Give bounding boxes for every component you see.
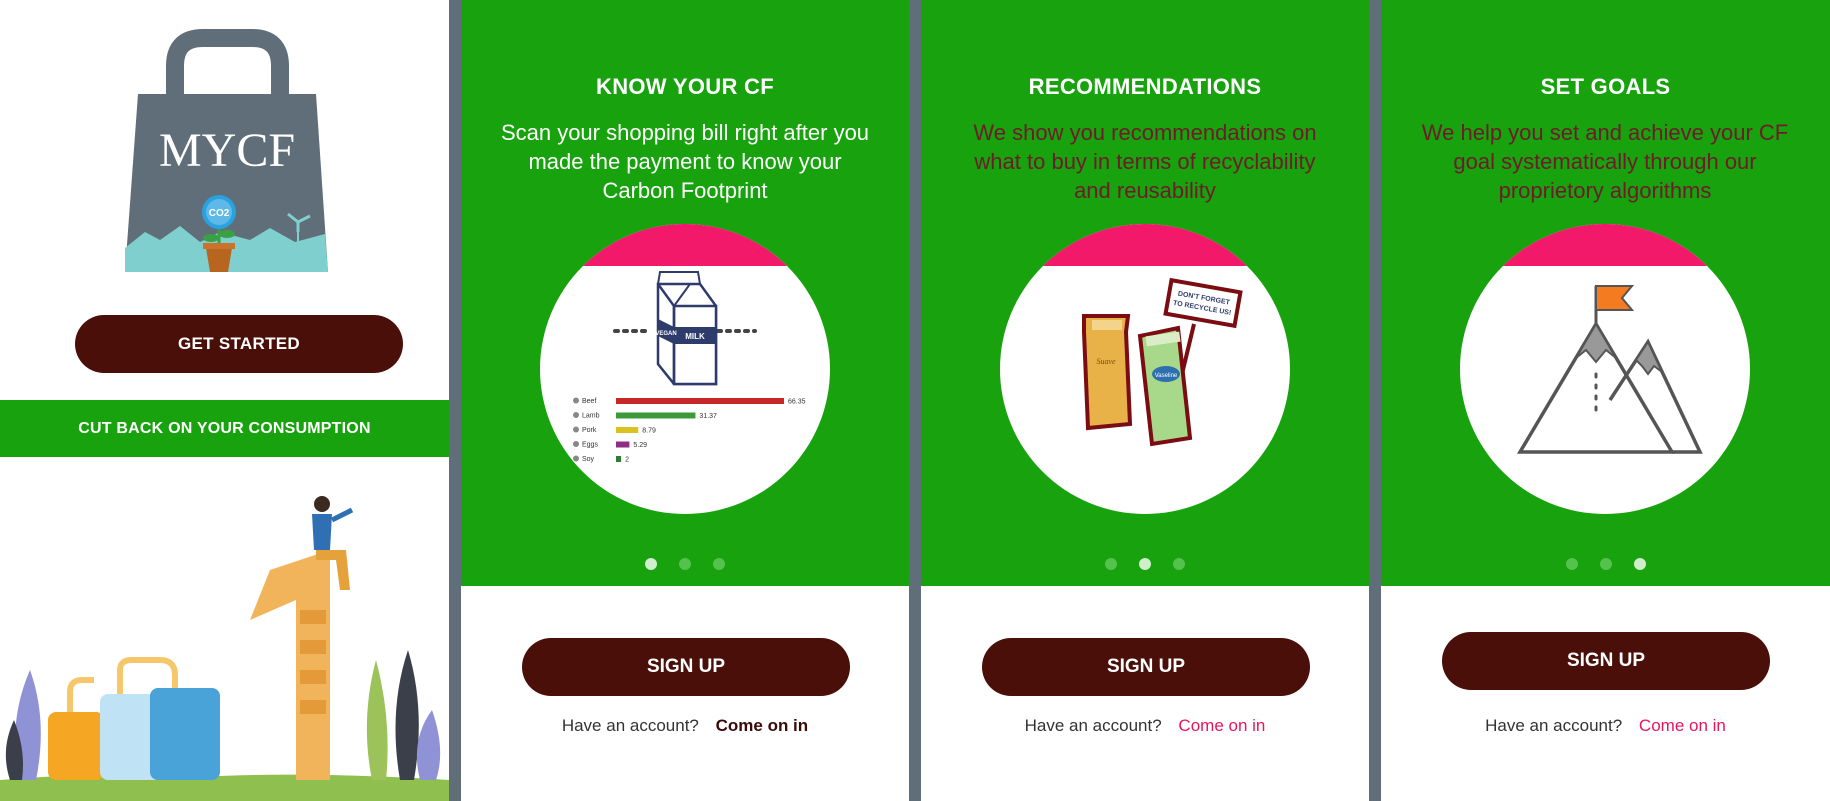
page-dot-1[interactable] <box>1105 558 1117 570</box>
carton-milk-label: MILK <box>685 332 705 341</box>
bar-pork <box>616 427 639 433</box>
animal-lamb-icon <box>573 412 579 418</box>
page-description: We help you set and achieve your CF goal… <box>1421 120 1789 203</box>
onboarding-know-your-cf: KNOW YOUR CF Scan your shopping bill rig… <box>461 0 909 801</box>
milk-carton-chart-illustration: VEGAN MILK Beef 66.35 Lamb 31.37 Pork 8.79 Egg… <box>573 271 806 464</box>
onboarding-recommendations: RECOMMENDATIONS We show you recommendati… <box>921 0 1369 801</box>
page-dot-2[interactable] <box>679 558 691 570</box>
signup-button[interactable]: SIGN UP <box>982 638 1310 696</box>
bar-soy <box>616 456 622 462</box>
bottle2-brand: Vaseline <box>1155 373 1178 379</box>
come-on-in-link[interactable]: Come on in <box>1178 716 1265 735</box>
logo-text: MYCF <box>159 124 295 177</box>
animal-beef-icon <box>573 397 579 404</box>
welcome-screen: CO2 MYCF GET STARTED CUT BACK ON YOUR CO… <box>0 0 449 801</box>
page-title: RECOMMENDATIONS <box>1028 74 1262 99</box>
bar-category-label: Soy <box>582 456 595 463</box>
illustration-circle <box>1460 224 1750 514</box>
milk-carton-icon: VEGAN MILK <box>655 271 718 386</box>
bottle1-brand: Suave <box>1096 357 1116 366</box>
bar-eggs <box>616 441 630 448</box>
come-on-in-link[interactable]: Come on in <box>716 716 809 735</box>
lotion-bottle-icon: Vaseline <box>1137 325 1193 447</box>
bar-category-label: Beef <box>582 398 596 405</box>
page-dot-1[interactable] <box>1565 558 1578 570</box>
page-dot-1[interactable] <box>645 558 657 570</box>
page-dot-3[interactable] <box>1173 558 1185 570</box>
page-description: Scan your shopping bill right after you … <box>500 120 870 203</box>
illustration-circle: VEGAN MILK Beef 66.35 Lamb 31.37 Pork 8.79 Egg… <box>540 224 830 514</box>
mountain-flag-icon <box>1516 285 1703 454</box>
shampoo-bottle-icon: Suave <box>1082 314 1133 431</box>
sustainability-illustration <box>0 496 449 801</box>
bar-value-label: 8.79 <box>642 428 656 435</box>
bar-lamb <box>616 412 696 419</box>
bar-value-label: 5.29 <box>633 442 647 449</box>
co2-label: CO2 <box>209 208 230 219</box>
animal-pork-icon <box>573 426 579 433</box>
page-title: SET GOALS <box>1540 74 1671 99</box>
onboarding-set-goals: SET GOALS We help you set and achieve yo… <box>1381 0 1830 801</box>
page-dot-3[interactable] <box>713 558 725 570</box>
page-indicator <box>1381 558 1830 570</box>
animal-eggs-icon <box>573 441 579 447</box>
page-dot-2[interactable] <box>1599 558 1612 570</box>
mountain-goal-illustration <box>1516 285 1703 454</box>
page-title: KNOW YOUR CF <box>596 74 774 99</box>
illustration-circle: Suave DON'T FORGET TO RECYCLE US! Vaseli… <box>1000 224 1290 514</box>
bar-value-label: 31.37 <box>699 413 717 420</box>
page-dot-2[interactable] <box>1139 558 1151 570</box>
recycle-bottles-illustration: Suave DON'T FORGET TO RECYCLE US! Vaseli… <box>1082 277 1243 447</box>
page-description: We show you recommendations on what to b… <box>973 120 1317 203</box>
animal-soy-icon <box>573 455 579 462</box>
bar-value-label: 2 <box>625 457 629 464</box>
carton-vegan-label: VEGAN <box>655 331 676 337</box>
login-prompt: Have an account? Come on in <box>921 716 1369 736</box>
footprint-bar-chart: Beef 66.35 Lamb 31.37 Pork 8.79 Eggs 5.29 Soy 2 <box>573 397 806 464</box>
get-started-button[interactable]: GET STARTED <box>75 315 403 373</box>
account-question: Have an account? <box>1024 716 1162 735</box>
account-question: Have an account? <box>561 716 699 735</box>
bar-category-label: Lamb <box>582 413 600 420</box>
page-dot-3[interactable] <box>1633 558 1646 570</box>
bar-category-label: Eggs <box>582 442 598 449</box>
bar-value-label: 66.35 <box>788 399 806 406</box>
account-question: Have an account? <box>1485 716 1623 735</box>
signup-button[interactable]: SIGN UP <box>1442 632 1770 690</box>
bar-beef <box>616 398 784 404</box>
page-indicator <box>461 558 909 570</box>
bar-category-label: Pork <box>582 427 597 434</box>
login-prompt: Have an account? Come on in <box>1381 716 1830 736</box>
come-on-in-link[interactable]: Come on in <box>1639 716 1726 735</box>
login-prompt: Have an account? Come on in <box>461 716 909 736</box>
mycf-logo-bag: CO2 MYCF <box>125 29 328 272</box>
page-indicator <box>921 558 1369 570</box>
tagline-banner: CUT BACK ON YOUR CONSUMPTION <box>0 400 449 457</box>
signup-button[interactable]: SIGN UP <box>522 638 850 696</box>
